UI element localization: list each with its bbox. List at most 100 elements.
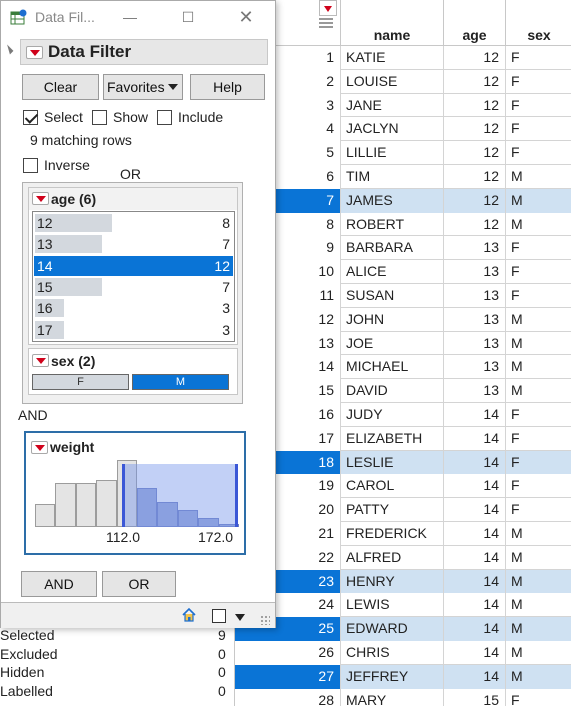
- cell-age[interactable]: 12: [444, 93, 506, 118]
- and-button[interactable]: AND: [21, 571, 97, 597]
- cell-name[interactable]: LILLIE: [341, 141, 444, 165]
- cell-name[interactable]: JOHN: [341, 307, 444, 332]
- cell-name[interactable]: JOE: [341, 331, 444, 356]
- cell-age[interactable]: 14: [444, 641, 506, 665]
- cell-age[interactable]: 14: [444, 593, 506, 618]
- cell-age[interactable]: 15: [444, 688, 506, 706]
- table-row[interactable]: 26 CHRIS 14 M: [235, 641, 571, 665]
- cell-sex[interactable]: M: [506, 379, 571, 403]
- cell-name[interactable]: LESLIE: [341, 450, 444, 475]
- cell-name[interactable]: CHRIS: [341, 641, 444, 665]
- cell-age[interactable]: 13: [444, 260, 506, 284]
- red-triangle-menu-icon[interactable]: [26, 46, 43, 59]
- weight-min-value[interactable]: 112.0: [106, 529, 140, 545]
- cell-age[interactable]: 13: [444, 331, 506, 356]
- cell-sex[interactable]: M: [506, 213, 571, 237]
- cell-sex[interactable]: F: [506, 427, 571, 451]
- title-bar[interactable]: Data Fil... — ☐ ✕: [1, 1, 275, 33]
- cell-age[interactable]: 13: [444, 284, 506, 308]
- cell-name[interactable]: BARBARA: [341, 236, 444, 261]
- cell-age[interactable]: 13: [444, 355, 506, 380]
- collapse-triangle-icon[interactable]: [3, 44, 14, 55]
- cell-name[interactable]: KATIE: [341, 46, 444, 70]
- cell-sex[interactable]: F: [506, 498, 571, 522]
- cell-sex[interactable]: F: [506, 474, 571, 498]
- summary-line[interactable]: Excluded 0: [0, 646, 234, 665]
- table-row[interactable]: 16 JUDY 14 F: [235, 403, 571, 427]
- cell-age[interactable]: 13: [444, 307, 506, 332]
- column-header-name[interactable]: name: [341, 0, 444, 46]
- cell-sex[interactable]: F: [506, 689, 571, 706]
- window-list-icon[interactable]: [212, 609, 226, 623]
- age-value-list[interactable]: 12 8 13 7 14 12 15 7 16 3 17 3: [32, 211, 235, 342]
- clear-button[interactable]: Clear: [22, 74, 99, 100]
- table-row[interactable]: 2 LOUISE 12 F: [235, 69, 571, 94]
- cell-age[interactable]: 14: [444, 450, 506, 475]
- close-icon[interactable]: ✕: [236, 7, 256, 27]
- cell-sex[interactable]: F: [506, 236, 571, 260]
- row-number[interactable]: 27: [235, 664, 341, 689]
- age-list-item[interactable]: 17 3: [34, 320, 233, 340]
- cell-name[interactable]: ROBERT: [341, 212, 444, 237]
- table-row[interactable]: 12 JOHN 13 M: [235, 307, 571, 332]
- cell-age[interactable]: 14: [444, 522, 506, 546]
- table-row[interactable]: 7 JAMES 12 M: [235, 188, 571, 213]
- table-row[interactable]: 28 MARY 15 F: [235, 688, 571, 706]
- cell-sex[interactable]: F: [506, 94, 571, 118]
- cell-name[interactable]: CAROL: [341, 474, 444, 499]
- cell-name[interactable]: PATTY: [341, 498, 444, 522]
- show-checkbox[interactable]: [92, 110, 107, 125]
- maximize-icon[interactable]: ☐: [178, 7, 198, 27]
- cell-sex[interactable]: F: [506, 46, 571, 70]
- table-row[interactable]: 21 FREDERICK 14 M: [235, 522, 571, 546]
- cell-age[interactable]: 12: [444, 141, 506, 165]
- cell-sex[interactable]: F: [506, 450, 571, 475]
- weight-max-value[interactable]: 172.0: [198, 529, 233, 545]
- cell-name[interactable]: HENRY: [341, 569, 444, 594]
- cell-sex[interactable]: M: [506, 188, 571, 213]
- cell-name[interactable]: DAVID: [341, 379, 444, 403]
- cell-sex[interactable]: M: [506, 332, 571, 356]
- cell-name[interactable]: ALICE: [341, 260, 444, 284]
- cell-sex[interactable]: M: [506, 617, 571, 641]
- cell-sex[interactable]: M: [506, 308, 571, 332]
- table-row[interactable]: 8 ROBERT 12 M: [235, 212, 571, 237]
- cell-sex[interactable]: F: [506, 70, 571, 94]
- cell-sex[interactable]: F: [506, 260, 571, 284]
- cell-age[interactable]: 12: [444, 117, 506, 142]
- weight-histogram[interactable]: [35, 460, 239, 527]
- cell-age[interactable]: 14: [444, 403, 506, 427]
- sex-f-button[interactable]: F: [32, 374, 129, 390]
- cell-name[interactable]: LEWIS: [341, 593, 444, 618]
- data-table[interactable]: name age sex 1 KATIE 12 F 2 LOUISE 12 F 3 JANE 12 F…: [234, 0, 571, 706]
- table-row[interactable]: 10 ALICE 13 F: [235, 260, 571, 284]
- table-row[interactable]: 9 BARBARA 13 F: [235, 236, 571, 261]
- cell-sex[interactable]: M: [506, 664, 571, 689]
- cell-sex[interactable]: F: [506, 284, 571, 308]
- row-number[interactable]: 28: [235, 688, 341, 706]
- cell-age[interactable]: 12: [444, 212, 506, 237]
- cell-name[interactable]: MICHAEL: [341, 355, 444, 380]
- cell-name[interactable]: JAMES: [341, 188, 444, 213]
- cell-name[interactable]: ALFRED: [341, 545, 444, 570]
- sex-m-button[interactable]: M: [132, 374, 229, 390]
- table-row[interactable]: 3 JANE 12 F: [235, 93, 571, 118]
- table-row[interactable]: 18 LESLIE 14 F: [235, 450, 571, 475]
- summary-line[interactable]: Selected 9: [0, 627, 234, 646]
- table-row[interactable]: 13 JOE 13 M: [235, 331, 571, 356]
- inverse-checkbox[interactable]: [23, 158, 38, 173]
- help-button[interactable]: Help: [190, 74, 265, 100]
- cell-name[interactable]: JUDY: [341, 403, 444, 427]
- resize-grip-icon[interactable]: [260, 615, 270, 625]
- age-list-item[interactable]: 12 8: [34, 213, 233, 233]
- table-row[interactable]: 17 ELIZABETH 14 F: [235, 426, 571, 451]
- table-row[interactable]: 15 DAVID 13 M: [235, 379, 571, 403]
- cell-name[interactable]: LOUISE: [341, 69, 444, 94]
- cell-age[interactable]: 12: [444, 69, 506, 94]
- cell-sex[interactable]: M: [506, 569, 571, 594]
- cell-name[interactable]: TIM: [341, 165, 444, 189]
- cell-sex[interactable]: F: [506, 117, 571, 141]
- column-header-sex[interactable]: sex: [506, 0, 571, 46]
- cell-name[interactable]: MARY: [341, 688, 444, 706]
- cell-age[interactable]: 12: [444, 165, 506, 189]
